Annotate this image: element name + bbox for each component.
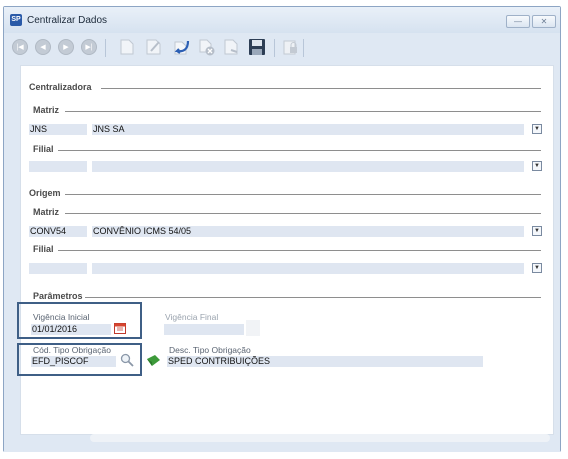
cancel-icon	[199, 39, 215, 56]
first-icon: |◀	[12, 39, 28, 55]
section-centralizadora: Centralizadora	[29, 82, 92, 92]
delete-icon	[224, 39, 238, 55]
centralizadora-matriz-name[interactable]: JNS SA	[92, 124, 524, 135]
next-record-button[interactable]: ▶	[56, 37, 76, 57]
chevron-down-icon: ▼	[534, 228, 540, 234]
toolbar-separator	[105, 39, 106, 57]
window-title: Centralizar Dados	[27, 15, 108, 26]
new-icon	[120, 39, 134, 55]
desc-tipo-obrigacao-field: SPED CONTRIBUIÇÕES	[167, 356, 483, 367]
centralizadora-filial-dropdown[interactable]: ▼	[532, 161, 542, 171]
previous-icon: ◀	[35, 39, 51, 55]
save-icon	[249, 39, 265, 55]
divider	[65, 194, 541, 195]
divider	[58, 250, 541, 251]
previous-record-button[interactable]: ◀	[33, 37, 53, 57]
chevron-down-icon: ▼	[534, 163, 540, 169]
section-origem: Origem	[29, 188, 61, 198]
divider	[58, 150, 541, 151]
minimize-icon: —	[514, 17, 522, 26]
origem-filial-label: Filial	[33, 244, 54, 254]
search-icon	[120, 353, 134, 367]
arrow-icon	[147, 355, 160, 366]
centralizadora-filial-label: Filial	[33, 144, 54, 154]
origem-filial-code[interactable]	[29, 263, 87, 274]
vigencia-inicial-calendar-button[interactable]	[114, 322, 126, 334]
vigencia-inicial-input[interactable]: 01/01/2016	[31, 324, 111, 335]
footer-area	[90, 434, 550, 442]
centralizadora-matriz-label: Matriz	[33, 105, 60, 115]
divider	[65, 213, 541, 214]
next-icon: ▶	[58, 39, 74, 55]
origem-matriz-label: Matriz	[33, 207, 60, 217]
app-icon: SP	[10, 14, 22, 26]
toolbar-separator	[274, 39, 275, 57]
close-icon: ✕	[540, 17, 548, 26]
confirm-icon	[174, 40, 190, 55]
minimize-button[interactable]: —	[506, 15, 530, 28]
last-icon: ▶|	[81, 39, 97, 55]
divider	[85, 297, 541, 298]
new-button[interactable]	[117, 37, 137, 57]
save-button[interactable]	[247, 37, 267, 57]
centralizadora-matriz-code[interactable]: JNS	[29, 124, 87, 135]
window: SP Centralizar Dados — ✕ |◀ ◀ ▶ ▶| Centr…	[3, 6, 561, 452]
navigate-button[interactable]	[146, 354, 161, 368]
origem-matriz-dropdown[interactable]: ▼	[532, 226, 542, 236]
cod-tipo-obrigacao-input[interactable]: EFD_PISCOF	[31, 356, 116, 367]
confirm-button[interactable]	[172, 37, 192, 57]
page: SP Centralizar Dados — ✕ |◀ ◀ ▶ ▶| Centr…	[0, 0, 568, 459]
origem-matriz-name[interactable]: CONVÊNIO ICMS 54/05	[92, 226, 524, 237]
title-bar: SP Centralizar Dados — ✕	[4, 7, 560, 33]
divider	[101, 88, 541, 89]
cod-tipo-obrigacao-label: Cód. Tipo Obrigação	[33, 345, 111, 355]
centralizadora-matriz-dropdown[interactable]: ▼	[532, 124, 542, 134]
centralizadora-filial-name[interactable]	[92, 161, 524, 172]
origem-filial-name[interactable]	[92, 263, 524, 274]
origem-matriz-code[interactable]: CONV54	[29, 226, 87, 237]
edit-button[interactable]	[144, 37, 164, 57]
edit-icon	[146, 39, 161, 55]
last-record-button[interactable]: ▶|	[79, 37, 99, 57]
centralizadora-filial-code[interactable]	[29, 161, 87, 172]
vigencia-final-input[interactable]	[164, 324, 244, 335]
toolbar-separator	[303, 39, 304, 57]
cancel-button[interactable]	[197, 37, 217, 57]
chevron-down-icon: ▼	[534, 126, 540, 132]
lock-button[interactable]	[281, 37, 301, 57]
calendar-icon	[114, 323, 126, 334]
section-parametros: Parâmetros	[33, 291, 83, 301]
close-button[interactable]: ✕	[532, 15, 556, 28]
desc-tipo-obrigacao-label: Desc. Tipo Obrigação	[169, 345, 251, 355]
lock-icon	[283, 40, 297, 55]
form-panel: Centralizadora Matriz JNS JNS SA ▼ Filia…	[17, 65, 554, 435]
toolbar: |◀ ◀ ▶ ▶|	[4, 33, 560, 63]
first-record-button[interactable]: |◀	[10, 37, 30, 57]
origem-filial-dropdown[interactable]: ▼	[532, 263, 542, 273]
chevron-down-icon: ▼	[534, 265, 540, 271]
calendar-icon	[246, 320, 260, 336]
vigencia-inicial-label: Vigência Inicial	[33, 312, 90, 322]
search-button[interactable]	[120, 353, 134, 367]
delete-button[interactable]	[222, 37, 242, 57]
vigencia-final-calendar-button[interactable]	[246, 320, 260, 336]
divider	[65, 111, 541, 112]
vigencia-final-label: Vigência Final	[165, 312, 219, 322]
